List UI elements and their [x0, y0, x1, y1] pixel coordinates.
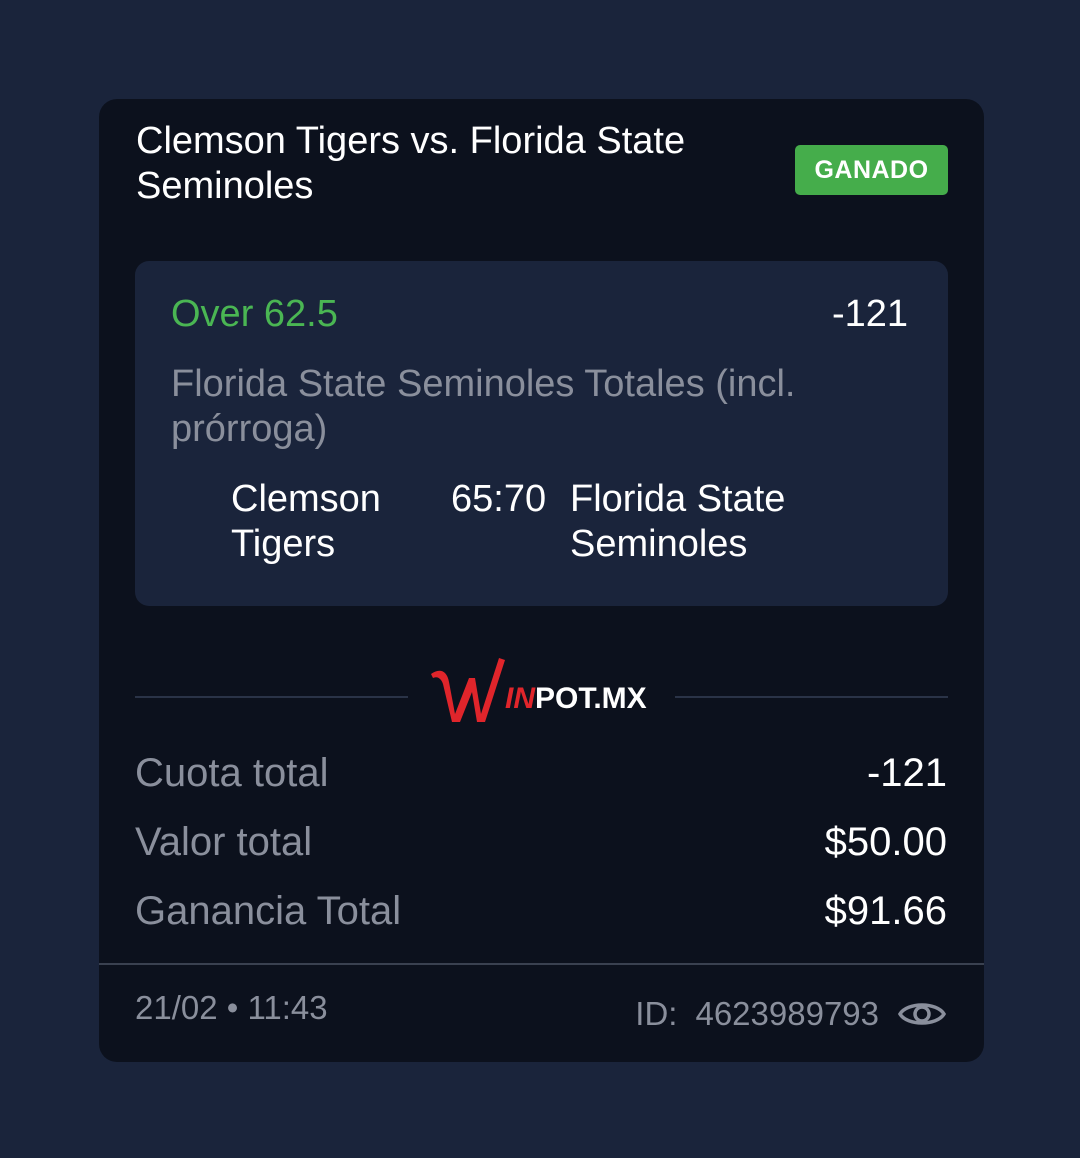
divider-left [135, 696, 408, 698]
eye-icon[interactable] [897, 996, 947, 1032]
summary-row-payout: Ganancia Total $91.66 [135, 889, 947, 939]
final-score: 65:70 [451, 478, 547, 520]
bet-id-value: 4623989793 [695, 995, 879, 1032]
bet-id: ID: 4623989793 [635, 994, 947, 1034]
footer-divider [99, 963, 984, 965]
bet-id-label: ID: [635, 995, 678, 1032]
summary-row-stake: Valor total $50.00 [135, 820, 947, 870]
logo-text-in: IN [505, 682, 536, 715]
summary-row-odds: Cuota total -121 [135, 751, 947, 801]
divider-right [675, 696, 948, 698]
odds-label: Cuota total [135, 751, 329, 795]
stake-value: $50.00 [824, 820, 947, 864]
winpot-logo: IN POT.MX [431, 658, 647, 722]
stake-label: Valor total [135, 820, 313, 864]
selection-box: Over 62.5 -121 Florida State Seminoles T… [135, 261, 948, 606]
home-team: Clemson Tigers [231, 478, 381, 565]
status-badge: GANADO [795, 145, 948, 195]
bet-datetime: 21/02 • 11:43 [135, 989, 328, 1026]
logo-text-rest: POT.MX [535, 682, 647, 715]
away-team: Florida State Seminoles [570, 478, 786, 565]
market-name: Florida State Seminoles Totales (incl. p… [171, 363, 796, 450]
pick-label: Over 62.5 [171, 293, 338, 335]
payout-label: Ganancia Total [135, 889, 402, 933]
odds-value: -121 [866, 751, 947, 795]
event-title: Clemson Tigers vs. Florida State Seminol… [136, 120, 686, 207]
pick-odds: -121 [831, 293, 908, 335]
payout-value: $91.66 [824, 889, 947, 933]
bet-card: Clemson Tigers vs. Florida State Seminol… [99, 99, 984, 1062]
